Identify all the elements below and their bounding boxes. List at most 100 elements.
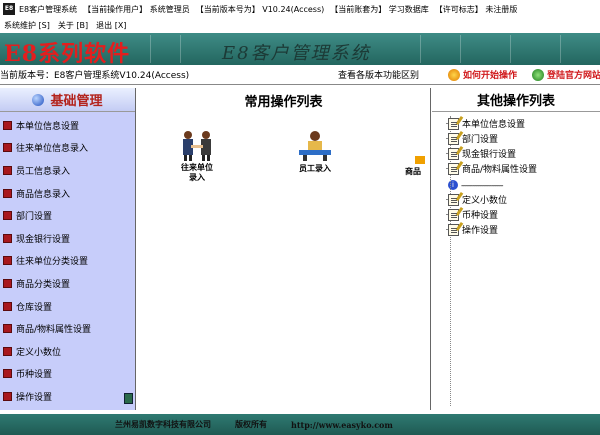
panel-header: 基础管理 — [0, 88, 135, 112]
menu-exit[interactable]: 退出 [X] — [92, 20, 130, 31]
left-item-employee-entry[interactable]: 员工信息录入 — [0, 159, 135, 182]
footer: 兰州易凯数字科技有限公司 版权所有 http://www.easyko.com — [0, 414, 600, 435]
brand-logo-text: E8系列软件 — [4, 41, 131, 65]
footer-company: 兰州易凯数字科技有限公司 — [115, 419, 211, 429]
tree-item-operation[interactable]: 操作设置 — [436, 221, 596, 237]
bullet-icon — [3, 301, 12, 311]
separator-text: ---------------------- — [461, 180, 504, 190]
item-label: 部门设置 — [16, 212, 53, 223]
handshake-icon — [177, 128, 217, 162]
other-ops-panel: 其他操作列表 本单位信息设置 部门设置 现金银行设置 商品/物料属性设置 i --… — [432, 88, 600, 410]
current-version: 【当前版本号为】 V10.24(Access) — [195, 4, 325, 14]
edit-doc-icon — [448, 130, 464, 145]
item-label: 商品/物料属性设置 — [16, 325, 92, 336]
left-item-unit-info[interactable]: 本单位信息设置 — [0, 114, 135, 137]
bullet-icon — [3, 278, 12, 288]
version-text: 当前版本号：E8客户管理系统V10.24(Access) — [0, 71, 190, 81]
op-label: 商品 — [405, 167, 421, 176]
basic-management-panel: 基础管理 本单位信息设置 往来单位信息录入 员工信息录入 商品信息录入 部门设置… — [0, 88, 136, 410]
left-item-operation[interactable]: 操作设置 — [0, 385, 135, 408]
tree-label: 定义小数位 — [462, 196, 508, 206]
edit-doc-icon — [448, 160, 464, 175]
left-item-partner-category[interactable]: 往来单位分类设置 — [0, 250, 135, 273]
bullet-icon — [3, 391, 12, 401]
item-label: 员工信息录入 — [16, 166, 71, 177]
license-status: 【许可标志】 未注册版 — [434, 4, 518, 14]
help-icon — [448, 68, 460, 81]
footer-rights: 版权所有 — [235, 419, 267, 429]
tree-label: 部门设置 — [462, 135, 499, 145]
left-item-cash-bank[interactable]: 现金银行设置 — [0, 227, 135, 250]
current-account: 【当前账套为】 学习数据库 — [330, 4, 429, 14]
tree-item-currency[interactable]: 币种设置 — [436, 206, 596, 222]
op-product-entry[interactable]: 商品 — [405, 156, 431, 177]
edit-doc-icon — [448, 145, 464, 160]
tree-item-unit-info[interactable]: 本单位信息设置 — [436, 115, 596, 131]
item-label: 本单位信息设置 — [16, 121, 80, 132]
edit-doc-icon — [448, 115, 464, 130]
basic-management-list: 本单位信息设置 往来单位信息录入 员工信息录入 商品信息录入 部门设置 现金银行… — [0, 112, 135, 408]
op-employee-entry[interactable]: 员工录入 — [285, 128, 345, 174]
item-label: 商品信息录入 — [16, 189, 71, 200]
item-label: 往来单位分类设置 — [16, 257, 89, 268]
item-label: 定义小数位 — [16, 347, 62, 358]
left-item-currency[interactable]: 币种设置 — [0, 363, 135, 386]
system-name: E8客户管理系统 — [222, 43, 371, 64]
bullet-icon — [3, 143, 12, 153]
bullet-icon — [3, 211, 12, 221]
left-item-product-entry[interactable]: 商品信息录入 — [0, 182, 135, 205]
version-diff-link[interactable]: 查看各版本功能区别 — [338, 68, 419, 81]
left-item-attributes[interactable]: 商品/物料属性设置 — [0, 317, 135, 340]
banner: E8系列软件 E8客户管理系统 — [0, 33, 600, 65]
bullet-icon — [3, 256, 12, 266]
howto-label: 如何开始操作 — [463, 71, 518, 81]
current-operator: 【当前操作用户】 系统管理员 — [83, 4, 190, 14]
left-item-partner-entry[interactable]: 往来单位信息录入 — [0, 137, 135, 160]
op-partner-entry[interactable]: 往来单位录入 — [167, 128, 227, 183]
menu-about[interactable]: 关于 [B] — [54, 20, 92, 31]
op-label: 员工录入 — [299, 164, 331, 173]
item-label: 往来单位信息录入 — [16, 144, 89, 155]
item-label: 现金银行设置 — [16, 234, 71, 245]
tree-label: 现金银行设置 — [462, 150, 517, 160]
bullet-icon — [3, 324, 12, 334]
app-icon: E8 — [3, 3, 15, 15]
left-item-warehouse[interactable]: 仓库设置 — [0, 295, 135, 318]
footer-url[interactable]: http://www.easyko.com — [291, 420, 393, 430]
right-title: 其他操作列表 — [432, 88, 600, 112]
left-item-product-category[interactable]: 商品分类设置 — [0, 272, 135, 295]
tree-item-decimals[interactable]: 定义小数位 — [436, 191, 596, 207]
box-icon — [415, 156, 425, 164]
tree-label: 币种设置 — [462, 211, 499, 221]
edit-doc-icon — [448, 206, 464, 221]
official-site-link[interactable]: 登陆官方网站 — [532, 68, 600, 81]
bullet-icon — [3, 188, 12, 198]
tree-label: 本单位信息设置 — [462, 120, 526, 130]
item-label: 仓库设置 — [16, 302, 53, 313]
edit-doc-icon — [448, 221, 464, 236]
tree-item-attributes[interactable]: 商品/物料属性设置 — [436, 160, 596, 176]
left-item-department[interactable]: 部门设置 — [0, 204, 135, 227]
orb-icon — [32, 93, 45, 106]
tree-separator: i ---------------------- — [436, 178, 596, 192]
title-bar: E8 E8客户管理系统 【当前操作用户】 系统管理员 【当前版本号为】 V10.… — [0, 0, 600, 18]
tree-item-cash-bank[interactable]: 现金银行设置 — [436, 145, 596, 161]
item-label: 操作设置 — [16, 392, 53, 403]
tree-label: 商品/物料属性设置 — [462, 165, 538, 175]
bullet-icon — [3, 233, 12, 243]
employee-icon — [295, 128, 335, 162]
bullet-icon — [3, 165, 12, 175]
globe-icon — [532, 68, 544, 81]
scroll-marker-icon[interactable] — [124, 393, 133, 404]
op-label: 往来单位录入 — [181, 163, 213, 182]
howto-link[interactable]: 如何开始操作 — [448, 68, 517, 81]
tree-item-department[interactable]: 部门设置 — [436, 130, 596, 146]
bullet-icon — [3, 120, 12, 130]
panel-title: 基础管理 — [50, 94, 103, 109]
bullet-icon — [3, 346, 12, 356]
left-item-decimals[interactable]: 定义小数位 — [0, 340, 135, 363]
site-label: 登陆官方网站 — [547, 71, 600, 81]
common-ops-panel: 常用操作列表 往来单位录入 员工录入 商品 — [137, 88, 431, 410]
menu-system[interactable]: 系统维护 [S] — [0, 20, 54, 31]
bullet-icon — [3, 369, 12, 379]
